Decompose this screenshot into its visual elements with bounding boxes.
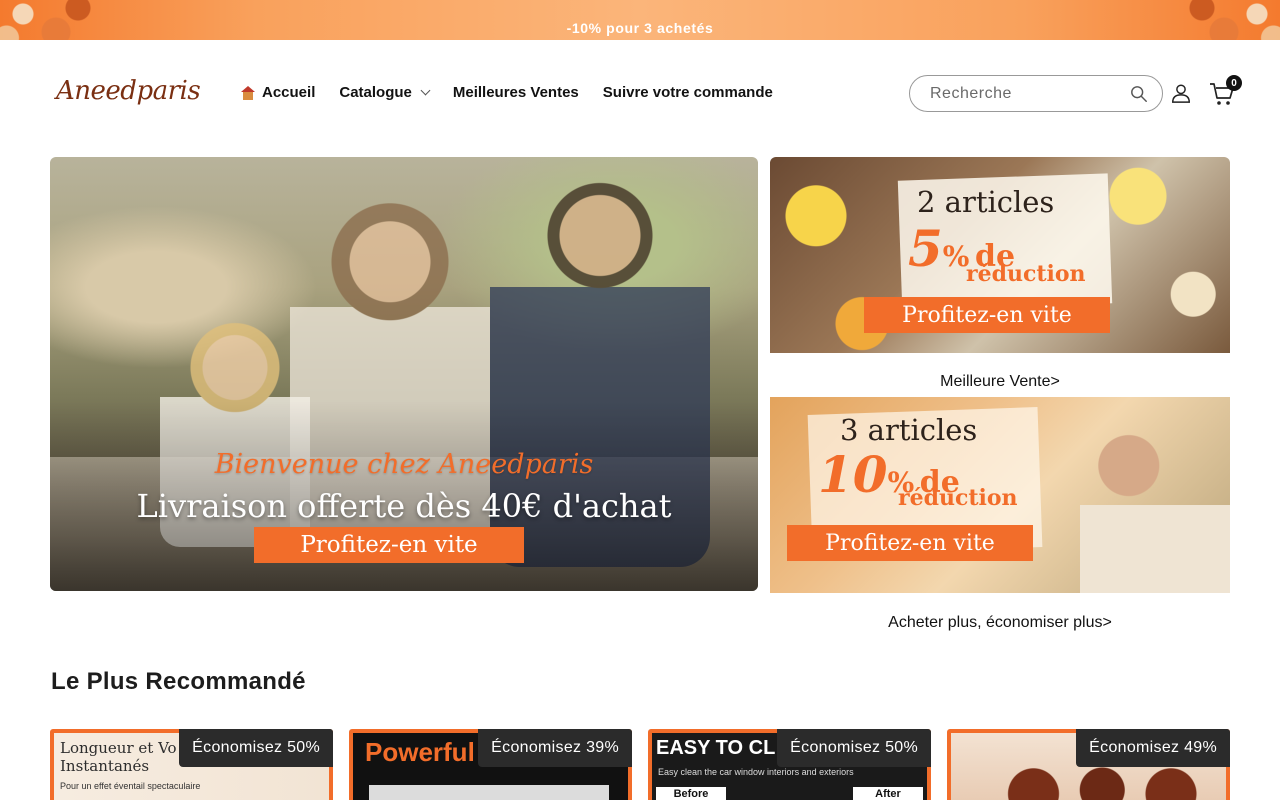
product-card[interactable]: EASY TO CL Easy clean the car window int… [648,729,931,800]
nav-item-meilleures-ventes[interactable]: Meilleures Ventes [453,84,579,101]
product-image-line: Longueur et Vo [60,739,177,757]
promo-heading: 2 articles [917,185,1055,219]
promo-reduction: réduction [966,261,1086,287]
product-image-line: Instantanés [60,757,150,775]
link-meilleure-vente[interactable]: Meilleure Vente> [770,373,1230,391]
discount-badge: Économisez 39% [478,729,632,767]
flower-decoration-left [0,0,100,40]
after-label: After [853,787,923,800]
discount-badge: Économisez 50% [179,729,333,767]
discount-badge: Économisez 50% [777,729,931,767]
search-input[interactable] [930,84,1120,103]
announcement-bar: -10% pour 3 achetés [0,0,1280,40]
account-icon[interactable] [1170,82,1192,104]
logo[interactable]: Aneedparis [56,76,201,106]
promo-cta-button[interactable]: Profitez-en vite [787,525,1033,561]
product-card[interactable]: Longueur et Vo Instantanés Pour un effet… [50,729,333,800]
home-icon [240,85,256,100]
nav-label: Accueil [262,84,316,101]
announcement-text: -10% pour 3 achetés [566,20,714,36]
product-image-text: Powerful [365,737,475,767]
search-box [909,75,1163,112]
chevron-down-icon [420,85,431,96]
hero-welcome: Bienvenue chez Aneedparis [214,449,594,480]
product-image-subtext: Pour un effet éventail spectaculaire [60,781,201,791]
nav-label: Suivre votre commande [602,84,773,101]
site-header: Aneedparis Accueil Catalogue Meilleures … [0,40,1280,146]
product-card[interactable]: Powerful Économisez 39% [349,729,632,800]
nav-item-catalogue[interactable]: Catalogue [339,84,431,101]
product-image-text: EASY TO CL [656,737,776,759]
product-image-subtext: Easy clean the car window interiors and … [658,767,854,777]
section-title: Le Plus Recommandé [51,668,306,695]
nav-item-suivre-commande[interactable]: Suivre votre commande [603,84,773,101]
promo-cta-button[interactable]: Profitez-en vite [864,297,1110,333]
discount-badge: Économisez 49% [1076,729,1230,767]
promo-banner-3-articles[interactable]: 3 articles 10% de réduction Profitez-en … [770,397,1230,593]
promo-reduction: réduction [898,485,1018,511]
link-acheter-plus[interactable]: Acheter plus, économiser plus> [770,614,1230,632]
product-image-text: Longueur et Vo Instantanés [60,739,177,775]
promo-heading: 3 articles [840,413,978,447]
hero-banner[interactable]: Bienvenue chez Aneedparis Livraison offe… [50,157,758,591]
hero-title: Livraison offerte dès 40€ d'achat [136,487,672,525]
product-card[interactable]: Économisez 49% [947,729,1230,800]
nav-item-accueil[interactable]: Accueil [240,84,315,101]
promo-discount-value: 5 [908,219,943,278]
promo-banner-2-articles[interactable]: 2 articles 5% de réduction Profitez-en v… [770,157,1230,353]
product-image-screen [369,785,609,800]
hero-cta-button[interactable]: Profitez-en vite [254,527,524,563]
nav-label: Meilleures Ventes [452,84,579,101]
promo-discount-value: 10 [818,445,888,504]
nav-label: Catalogue [339,84,412,101]
search-icon[interactable] [1130,85,1148,103]
before-label: Before [656,787,726,800]
main-nav: Accueil Catalogue Meilleures Ventes Suiv… [240,84,773,101]
cart-count-badge: 0 [1226,75,1242,91]
flower-decoration-right [1180,0,1280,40]
